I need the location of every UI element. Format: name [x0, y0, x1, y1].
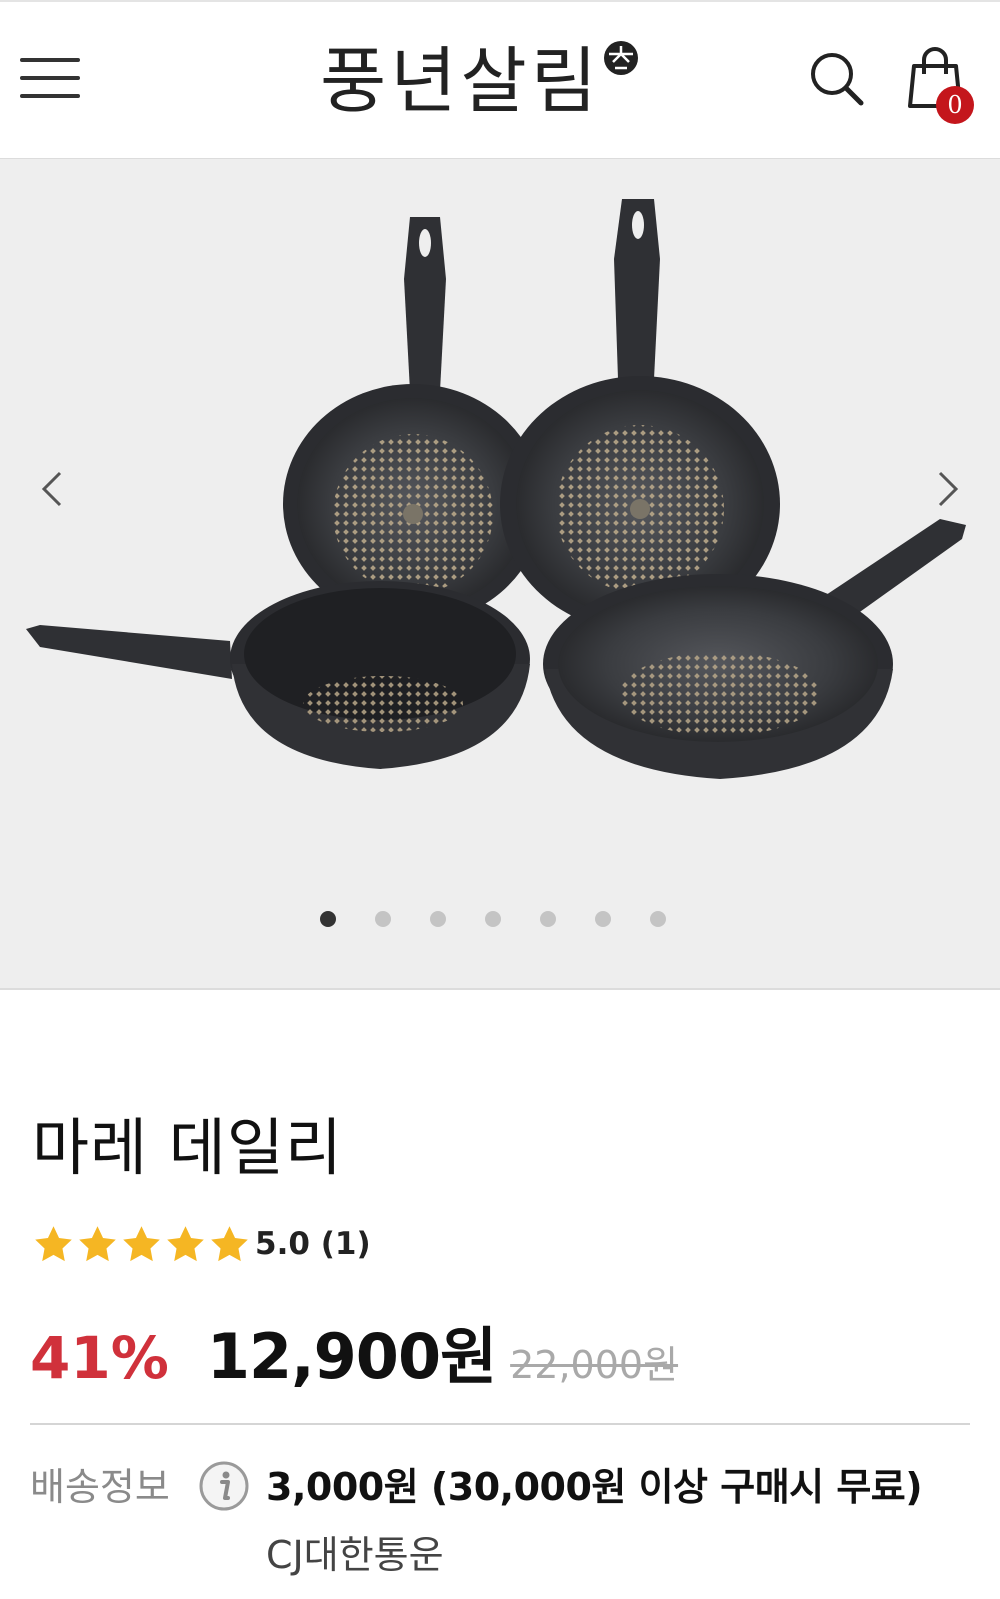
carousel-dot[interactable]: [430, 911, 446, 927]
hamburger-menu-icon[interactable]: [18, 54, 82, 102]
carousel-dot[interactable]: [485, 911, 501, 927]
shipping-info-label: 배송정보: [30, 1465, 170, 1509]
original-price: 22,000원: [510, 1343, 679, 1387]
search-icon[interactable]: [806, 48, 866, 108]
carousel-dot[interactable]: [540, 911, 556, 927]
carousel-next-arrow-icon[interactable]: [928, 459, 968, 519]
top-header: 풍년살림 0: [0, 0, 1000, 158]
carousel-dot[interactable]: [375, 911, 391, 927]
sale-price: 12,900원: [206, 1320, 497, 1393]
product-image-carousel[interactable]: [0, 158, 1000, 990]
rating-score-text: 5.0 (1): [255, 1226, 371, 1262]
brand-emblem-icon: [603, 41, 638, 75]
divider: [30, 1423, 970, 1425]
brand-logo-text: 풍년살림: [320, 39, 601, 123]
product-title: 마레 데일리: [32, 1111, 343, 1184]
carousel-dot[interactable]: [650, 911, 666, 927]
star-icon: [79, 1225, 116, 1261]
discount-rate: 41%: [30, 1324, 169, 1392]
carousel-pagination: [320, 911, 666, 931]
shipping-fee: 3,000원 (30,000원 이상 구매시 무료): [266, 1465, 923, 1509]
price-row: 41% 12,900원 22,000원: [30, 1306, 679, 1393]
cart-count-badge: 0: [936, 86, 974, 124]
courier-name: CJ대한통운: [266, 1533, 444, 1577]
star-icon: [167, 1225, 204, 1261]
carousel-dot[interactable]: [320, 911, 336, 927]
carousel-dot[interactable]: [595, 911, 611, 927]
rating-stars: [32, 1223, 251, 1266]
carousel-prev-arrow-icon[interactable]: [32, 459, 72, 519]
info-icon[interactable]: [198, 1460, 250, 1512]
product-rating[interactable]: 5.0 (1): [32, 1222, 371, 1266]
star-icon: [211, 1225, 248, 1261]
cart-button[interactable]: 0: [906, 46, 976, 124]
brand-logo[interactable]: 풍년살림: [320, 36, 639, 126]
star-icon: [123, 1225, 160, 1261]
star-icon: [35, 1225, 72, 1261]
frying-pans-product-image: [26, 199, 966, 779]
